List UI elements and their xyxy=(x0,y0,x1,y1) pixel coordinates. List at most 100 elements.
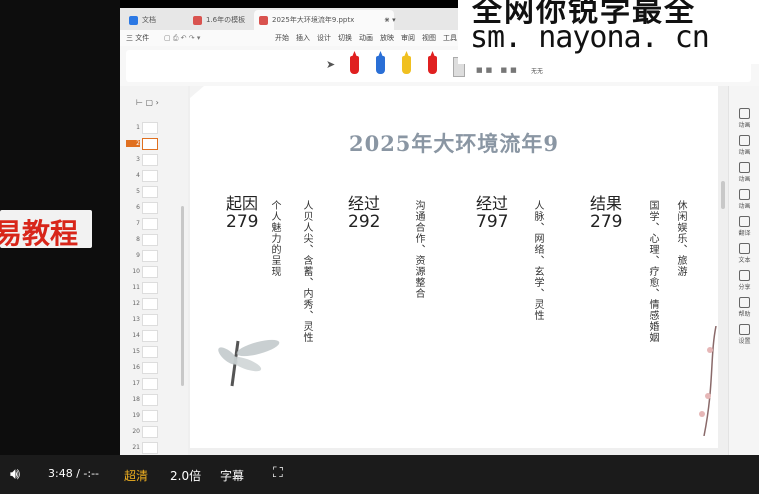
thumbnail-number: 6 xyxy=(136,204,140,211)
slide-title: 2025年大环境流年9 xyxy=(348,131,560,156)
slide-thumbnail[interactable] xyxy=(142,442,158,454)
thumbnail-number: 7 xyxy=(136,220,140,227)
slide-thumbnail[interactable] xyxy=(142,330,158,342)
thumbnail-number: 14 xyxy=(132,332,140,339)
column-heading: 经过 xyxy=(348,194,381,213)
slide-thumbnail[interactable] xyxy=(142,426,158,438)
watermark-url: sm. nayona. cn xyxy=(470,20,710,55)
slide-thumbnail[interactable] xyxy=(142,394,158,406)
menu-design[interactable]: 设计 xyxy=(317,32,331,44)
slide-thumbnail[interactable] xyxy=(142,346,158,358)
red-pen-icon[interactable] xyxy=(350,56,359,74)
tool-label: 帮助 xyxy=(738,311,751,318)
column-text: 休闲娱乐、旅游 xyxy=(675,200,686,277)
quick-access-icons[interactable]: ▢ ⎙ ↶ ↷ ▾ xyxy=(164,32,200,44)
quality-button[interactable]: 超清 xyxy=(124,467,148,484)
thumbnail-number: 4 xyxy=(136,172,140,179)
course-banner-text: 易教程 xyxy=(0,217,79,248)
pointer-icon[interactable]: ➤ xyxy=(326,58,335,71)
new-tab-button[interactable]: + ▾ xyxy=(378,10,404,30)
blue-pen-icon[interactable] xyxy=(376,56,385,74)
tool-icon xyxy=(739,108,750,119)
course-banner: 易教程 xyxy=(0,210,92,248)
zoom-label: 无无 xyxy=(531,68,544,75)
ppt-icon xyxy=(259,16,268,25)
menu-review[interactable]: 审阅 xyxy=(401,32,415,44)
menu-tools[interactable]: 工具 xyxy=(443,32,457,44)
slide-thumbnail[interactable] xyxy=(142,202,158,214)
column-text: 人贝人尖、含蓄、内秀、灵性 xyxy=(301,200,312,343)
sidebar-tool-item[interactable]: 设置 xyxy=(729,324,759,345)
menu-start[interactable]: 开始 xyxy=(275,32,289,44)
slide-thumbnail[interactable] xyxy=(142,154,158,166)
slide-thumbnail[interactable] xyxy=(142,378,158,390)
tab-presentation[interactable]: 2025年大环境流年9.pptx × xyxy=(254,10,394,30)
thumbnail-number: 15 xyxy=(132,348,140,355)
sidebar-tool-item[interactable]: 动画 xyxy=(729,162,759,183)
slide-thumbnail[interactable] xyxy=(142,138,158,150)
outline-toggle-icon[interactable]: ⊢ ▢ › xyxy=(136,98,159,107)
slide[interactable]: 2025年大环境流年9 起因 279 个人魅力的呈现 人贝人尖、含蓄、内秀、灵性… xyxy=(190,86,718,448)
menu-transition[interactable]: 切换 xyxy=(338,32,352,44)
slide-thumbnail[interactable] xyxy=(142,234,158,246)
thumbnail-number: 5 xyxy=(136,188,140,195)
slide-thumbnail[interactable] xyxy=(142,250,158,262)
slide-thumbnail[interactable] xyxy=(142,266,158,278)
tool-label: 文本 xyxy=(738,257,751,264)
slide-thumbnail[interactable] xyxy=(142,186,158,198)
thumbnail-number: 17 xyxy=(132,380,140,387)
file-menu[interactable]: 三 文件 xyxy=(126,32,149,44)
slide-thumbnail[interactable] xyxy=(142,122,158,134)
slide-thumbnail[interactable] xyxy=(142,282,158,294)
sidebar-tool-item[interactable]: 动画 xyxy=(729,135,759,156)
speed-button[interactable]: 2.0倍 xyxy=(170,467,201,484)
slide-corner-fold xyxy=(190,86,204,98)
slide-thumbnail[interactable] xyxy=(142,298,158,310)
thumbnail-scrollbar[interactable] xyxy=(181,206,184,386)
sidebar-tool-item[interactable]: 帮助 xyxy=(729,297,759,318)
sidebar-tool-item[interactable]: 动画 xyxy=(729,189,759,210)
slide-thumbnail[interactable] xyxy=(142,218,158,230)
column-text: 个人魅力的呈现 xyxy=(269,200,280,277)
red-marker-icon[interactable] xyxy=(428,56,437,74)
fullscreen-icon[interactable]: ⛶ xyxy=(273,465,283,481)
tool-label: 设置 xyxy=(738,338,751,345)
menu-animation[interactable]: 动画 xyxy=(359,32,373,44)
menu-insert[interactable]: 插入 xyxy=(296,32,310,44)
sidebar-tool-item[interactable]: 分享 xyxy=(729,270,759,291)
thumbnail-number: 16 xyxy=(132,364,140,371)
column-heading: 经过 xyxy=(476,194,509,213)
column-number: 292 xyxy=(348,212,381,232)
thumbnail-number: 18 xyxy=(132,396,140,403)
yellow-highlighter-icon[interactable] xyxy=(402,56,411,74)
thumbnail-number: 20 xyxy=(132,428,140,435)
docs-icon xyxy=(129,16,138,25)
tool-icon xyxy=(739,270,750,281)
slide-thumbnail[interactable] xyxy=(142,170,158,182)
playback-time: 3:48 / -:-- xyxy=(48,467,100,480)
right-sidebar: 动画 动画 动画 动画 翻译 文本 分享 帮助 设置 xyxy=(728,86,759,455)
sidebar-tool-item[interactable]: 文本 xyxy=(729,243,759,264)
color-swatches[interactable]: ■■ ■■ xyxy=(476,66,520,74)
tool-icon xyxy=(739,162,750,173)
slide-scrollbar[interactable] xyxy=(721,181,725,209)
thumbnail-number: 8 xyxy=(136,236,140,243)
menu-slideshow[interactable]: 放映 xyxy=(380,32,394,44)
thumbnail-number: 9 xyxy=(136,252,140,259)
tab-label: 1.6年の模板 xyxy=(206,16,246,24)
sidebar-tool-item[interactable]: 翻译 xyxy=(729,216,759,237)
slide-thumbnail[interactable] xyxy=(142,314,158,326)
menu-view[interactable]: 视图 xyxy=(422,32,436,44)
ppt-icon xyxy=(193,16,202,25)
column-number: 797 xyxy=(476,212,509,232)
column-text: 国学、心理、疗愈、情感婚姻 xyxy=(647,200,658,343)
thumbnail-number: 19 xyxy=(132,412,140,419)
volume-icon[interactable]: 🔊︎ xyxy=(10,464,20,484)
subtitle-button[interactable]: 字幕 xyxy=(220,467,244,484)
sidebar-tool-item[interactable]: 动画 xyxy=(729,108,759,129)
thumbnail-number: 21 xyxy=(132,444,140,451)
tab-label: 文档 xyxy=(142,16,156,24)
tool-label: 分享 xyxy=(738,284,751,291)
slide-thumbnail[interactable] xyxy=(142,362,158,374)
slide-thumbnail[interactable] xyxy=(142,410,158,422)
